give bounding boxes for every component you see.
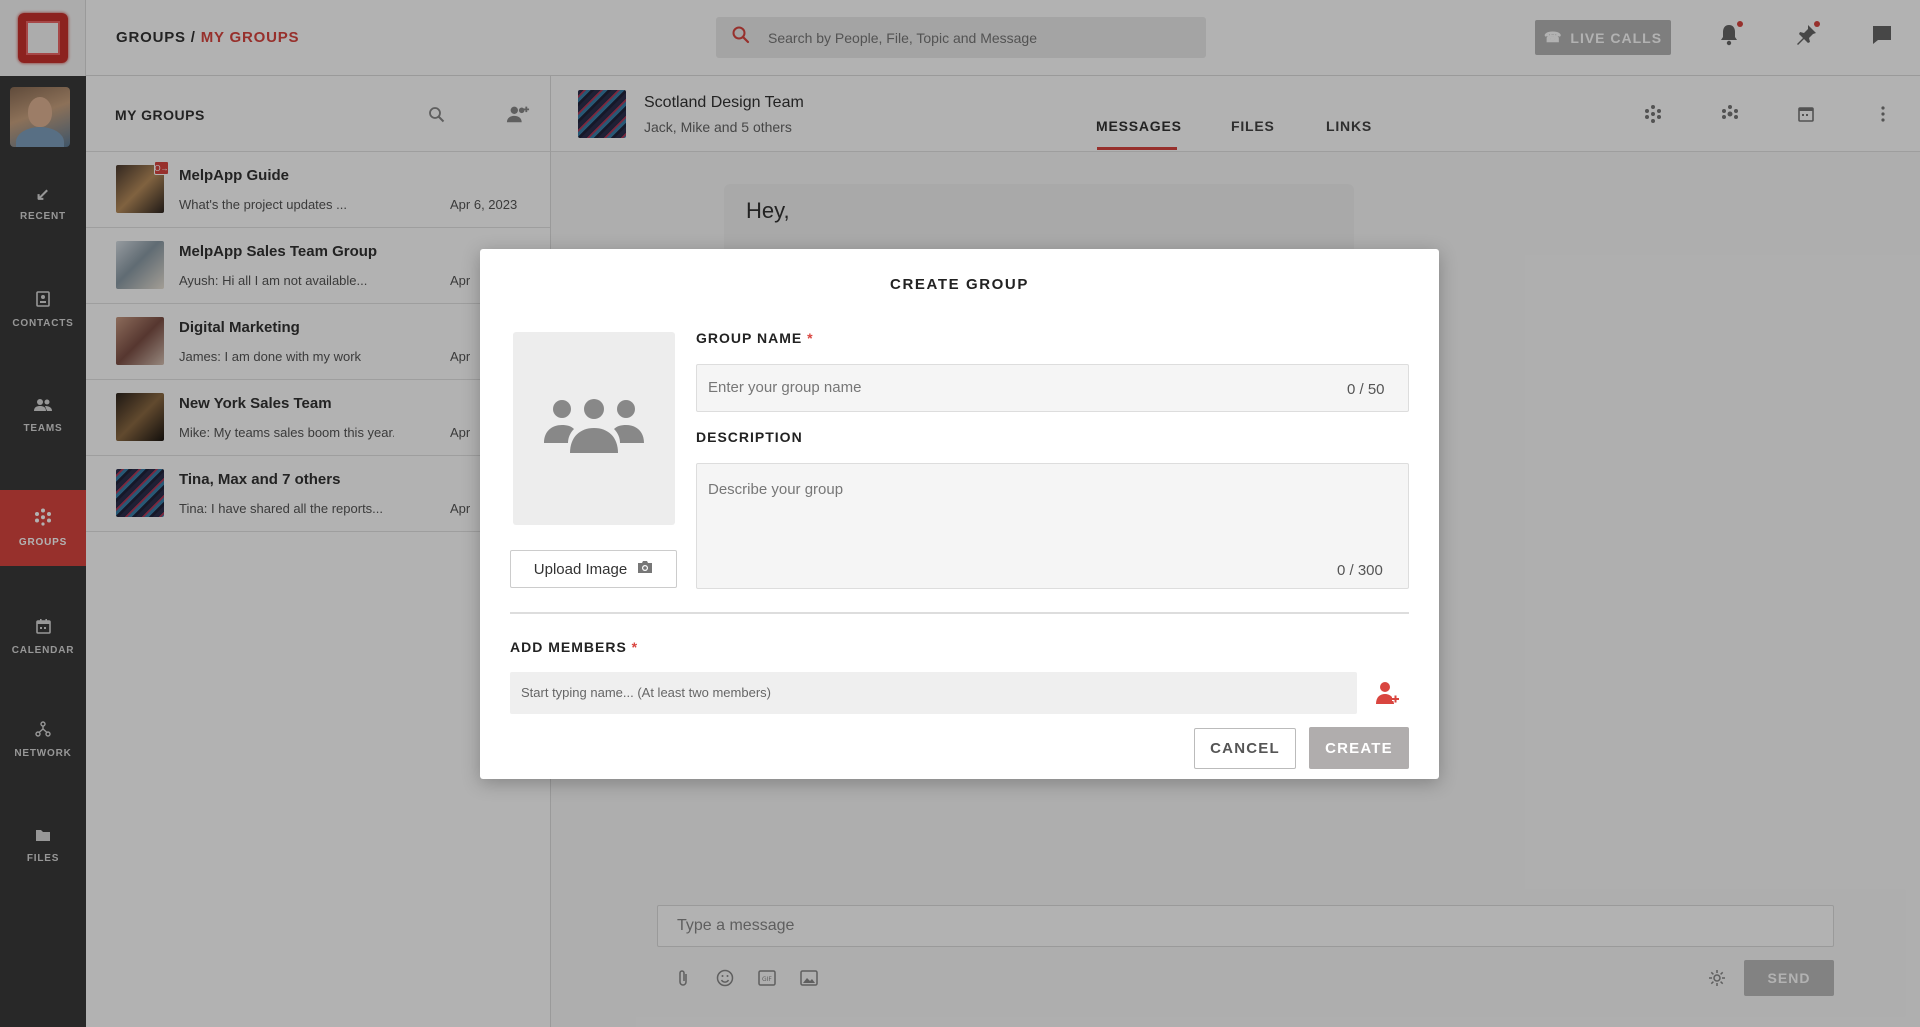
description-label: DESCRIPTION [696,429,803,445]
group-name-label: GROUP NAME * [696,330,814,346]
upload-image-label: Upload Image [533,560,628,578]
add-members-label: ADD MEMBERS * [510,639,639,655]
group-people-icon [544,399,644,458]
add-members-input[interactable] [521,685,1321,700]
modal-title: CREATE GROUP [890,276,1029,293]
required-marker: * [631,639,639,655]
create-group-modal: CREATE GROUP Upload Image GROUP NAME * 0… [480,249,1439,779]
group-image-placeholder [513,332,675,525]
description-counter: 0 / 300 [1337,562,1383,579]
description-field: 0 / 300 [696,463,1409,589]
group-name-field: 0 / 50 [696,364,1409,412]
required-marker: * [807,330,814,346]
section-divider [510,612,1409,614]
cancel-button[interactable]: CANCEL [1194,728,1296,769]
create-button[interactable]: CREATE [1309,727,1409,769]
add-member-icon[interactable] [1374,680,1400,706]
camera-icon [637,560,653,578]
add-members-field [510,672,1357,714]
group-name-input[interactable] [708,379,1308,396]
group-name-counter: 0 / 50 [1347,381,1385,398]
upload-image-button[interactable]: Upload Image [510,550,677,588]
description-input[interactable] [708,481,1388,541]
